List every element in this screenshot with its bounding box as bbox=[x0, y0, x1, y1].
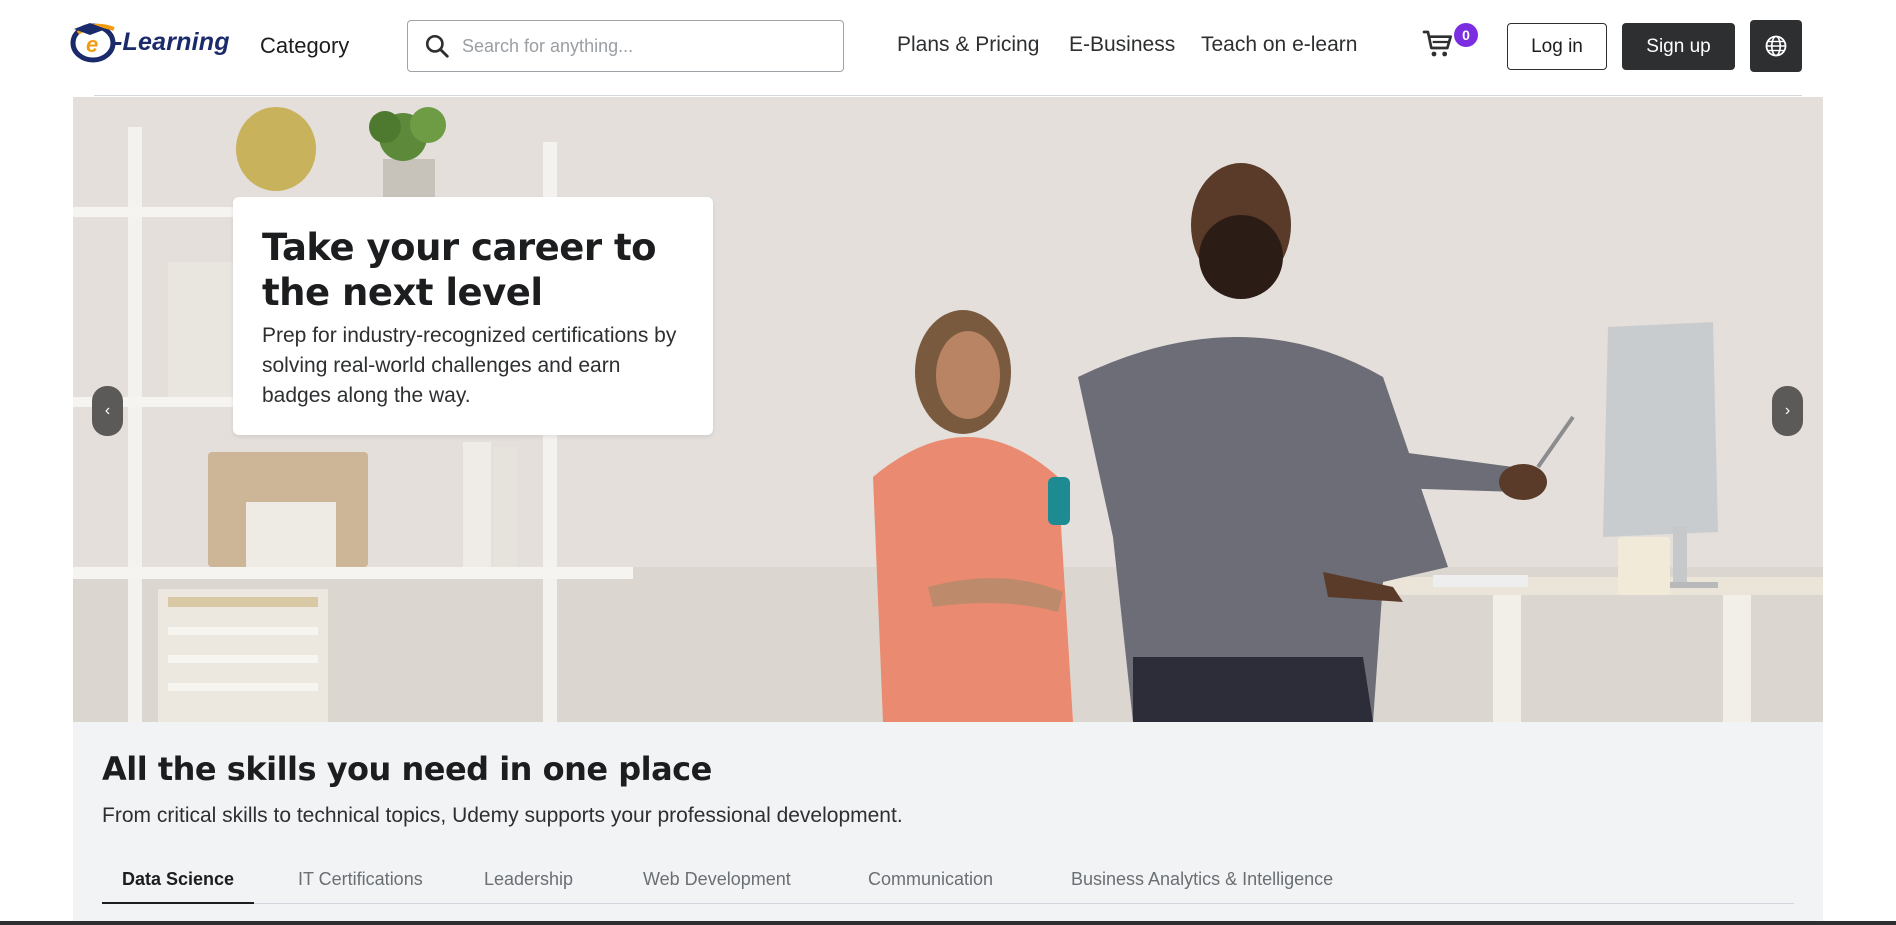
hero-card: Take your career to the next level Prep … bbox=[233, 197, 713, 435]
search-bar[interactable] bbox=[407, 20, 844, 72]
nav-teach[interactable]: Teach on e-learn bbox=[1201, 33, 1357, 57]
language-button[interactable] bbox=[1750, 20, 1802, 72]
skills-title: All the skills you need in one place bbox=[102, 750, 712, 788]
tab-leadership[interactable]: Leadership bbox=[464, 864, 593, 904]
logo-text: -Learning bbox=[114, 27, 230, 56]
search-icon bbox=[425, 34, 449, 58]
hero-title: Take your career to the next level bbox=[262, 226, 657, 314]
login-button[interactable]: Log in bbox=[1507, 23, 1607, 70]
chevron-right-icon: › bbox=[1784, 402, 1791, 419]
top-navigation: e -Learning Category Plans & Pricing E-B… bbox=[0, 0, 1896, 92]
skills-subtitle: From critical skills to technical topics… bbox=[102, 804, 903, 827]
tab-business-analytics[interactable]: Business Analytics & Intelligence bbox=[1051, 864, 1353, 904]
hero-banner: Take your career to the next level Prep … bbox=[73, 97, 1823, 722]
bottom-edge bbox=[0, 921, 1896, 925]
signup-button[interactable]: Sign up bbox=[1622, 23, 1735, 70]
tab-web-development[interactable]: Web Development bbox=[623, 864, 811, 904]
carousel-prev-button[interactable]: ‹ bbox=[92, 386, 123, 436]
cart-icon[interactable] bbox=[1422, 28, 1454, 60]
svg-text:e: e bbox=[86, 32, 98, 57]
tab-it-certifications[interactable]: IT Certifications bbox=[278, 864, 443, 904]
site-logo[interactable]: e -Learning bbox=[68, 18, 230, 66]
chevron-left-icon: ‹ bbox=[104, 402, 111, 419]
search-input[interactable] bbox=[462, 35, 832, 57]
nav-plans-pricing[interactable]: Plans & Pricing bbox=[897, 33, 1039, 57]
hero-text: Prep for industry-recognized certificati… bbox=[262, 324, 677, 407]
cart-count-badge: 0 bbox=[1454, 23, 1478, 47]
nav-e-business[interactable]: E-Business bbox=[1069, 33, 1175, 57]
header-divider bbox=[94, 95, 1802, 96]
category-menu[interactable]: Category bbox=[260, 33, 349, 59]
skills-section: All the skills you need in one place Fro… bbox=[73, 722, 1823, 925]
logo-mark-icon: e bbox=[70, 23, 116, 63]
carousel-next-button[interactable]: › bbox=[1772, 386, 1803, 436]
tab-data-science[interactable]: Data Science bbox=[102, 864, 255, 904]
tab-communication[interactable]: Communication bbox=[848, 864, 1013, 904]
skills-tabs: Data Science IT Certifications Leadershi… bbox=[102, 864, 1794, 904]
globe-icon bbox=[1765, 35, 1787, 57]
